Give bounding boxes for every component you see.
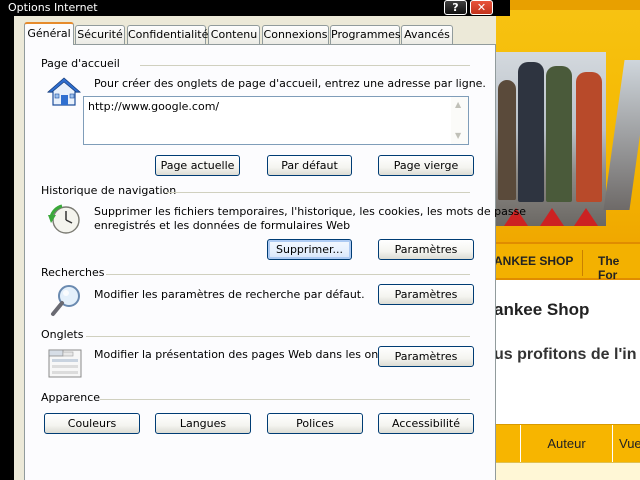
appearance-group-title: Apparence xyxy=(41,391,101,404)
tab-privacy[interactable]: Confidentialité xyxy=(127,25,208,44)
banner-photo xyxy=(496,52,606,226)
banner-stripe xyxy=(496,0,640,10)
help-button[interactable]: ? xyxy=(444,0,467,15)
table-row xyxy=(496,462,640,480)
search-divider xyxy=(106,274,470,275)
blank-page-button[interactable]: Page vierge xyxy=(378,155,474,176)
history-settings-button[interactable]: Paramètres xyxy=(378,239,474,260)
delete-history-button[interactable]: Supprimer... xyxy=(267,239,352,260)
current-page-button[interactable]: Page actuelle xyxy=(155,155,240,176)
page-subheading: us profitons de l'in xyxy=(496,346,637,363)
nav-item-forum[interactable]: The For xyxy=(598,254,640,282)
window-left-edge xyxy=(0,16,14,480)
tab-programs[interactable]: Programmes xyxy=(330,25,401,44)
page-heading: ankee Shop xyxy=(496,300,590,319)
background-web-page: ANKEE SHOP The For ankee Shop us profito… xyxy=(496,0,640,480)
tab-connections[interactable]: Connexions xyxy=(262,25,329,44)
languages-button[interactable]: Langues xyxy=(155,413,251,434)
magnifier-icon xyxy=(51,285,80,316)
tabs-group-title: Onglets xyxy=(41,328,84,341)
homepage-scrollbar[interactable]: ▲ ▼ xyxy=(451,97,468,144)
column-header-views[interactable]: Vue xyxy=(612,425,640,463)
homepage-description: Pour créer des onglets de page d'accueil… xyxy=(94,77,486,90)
nav-item-shop[interactable]: ANKEE SHOP xyxy=(496,254,573,268)
homepage-group-title: Page d'accueil xyxy=(41,57,120,70)
home-icon xyxy=(47,77,81,106)
tabs-divider xyxy=(86,336,470,337)
history-description-line-1: Supprimer les fichiers temporaires, l'hi… xyxy=(94,205,527,218)
tab-security[interactable]: Sécurité xyxy=(75,25,125,44)
tabs-description: Modifier la présentation des pages Web d… xyxy=(94,348,406,361)
colors-button[interactable]: Couleurs xyxy=(44,413,140,434)
fonts-button[interactable]: Polices xyxy=(267,413,363,434)
homepage-url-textarea[interactable]: http://www.google.com/ ▲ ▼ xyxy=(83,96,469,145)
tab-advanced[interactable]: Avancés xyxy=(401,25,453,44)
close-button[interactable]: ✕ xyxy=(470,0,493,15)
scroll-down-icon[interactable]: ▼ xyxy=(455,131,461,140)
page-nav: ANKEE SHOP The For xyxy=(496,242,640,282)
tabs-window-icon xyxy=(48,349,82,378)
banner-photo-2 xyxy=(603,60,640,210)
accessibility-button[interactable]: Accessibilité xyxy=(378,413,474,434)
homepage-url-value: http://www.google.com/ xyxy=(88,100,220,113)
window-title: Options Internet xyxy=(8,1,98,14)
tab-content[interactable]: Contenu xyxy=(208,25,260,44)
tabs-settings-button[interactable]: Paramètres xyxy=(378,346,474,367)
scroll-up-icon[interactable]: ▲ xyxy=(455,100,461,109)
appearance-divider xyxy=(100,399,470,400)
history-group-title: Historique de navigation xyxy=(41,184,177,197)
column-header-author[interactable]: Auteur xyxy=(520,425,612,463)
homepage-divider xyxy=(140,65,470,66)
history-clock-icon xyxy=(48,204,80,234)
history-description-line-2: enregistrés et les données de formulaire… xyxy=(94,219,351,232)
table-header: Auteur Vue xyxy=(496,424,640,463)
tab-general[interactable]: Général xyxy=(24,22,74,45)
default-page-button[interactable]: Par défaut xyxy=(267,155,352,176)
search-settings-button[interactable]: Paramètres xyxy=(378,284,474,305)
search-group-title: Recherches xyxy=(41,266,105,279)
search-description: Modifier les paramètres de recherche par… xyxy=(94,288,365,301)
title-bar[interactable]: Options Internet ? ✕ xyxy=(0,0,510,16)
history-divider xyxy=(166,192,470,193)
